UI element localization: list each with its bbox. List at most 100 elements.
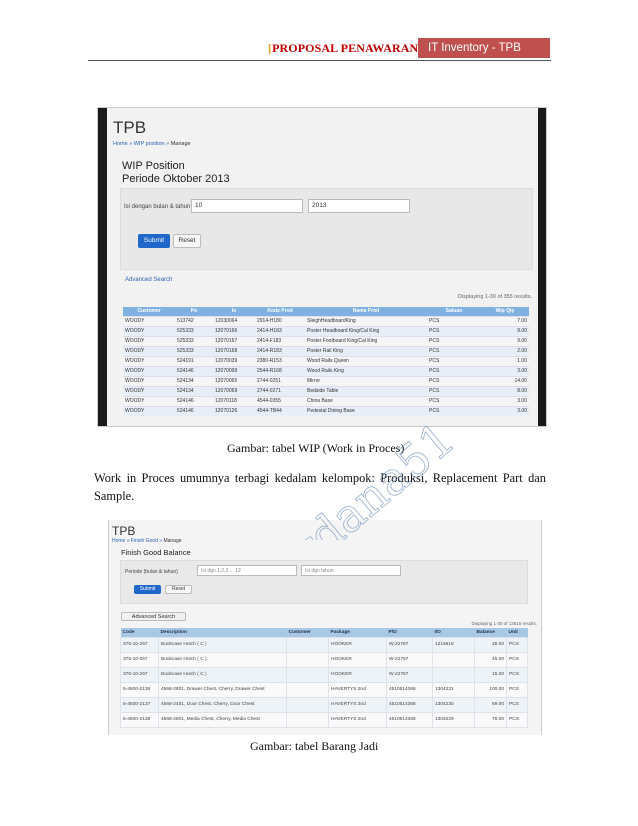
table-cell: HAVERTYS 2nd: [328, 696, 387, 713]
table-cell: 12070166: [213, 325, 255, 336]
table-cell: PCS: [427, 405, 481, 416]
table-cell: WOODY: [123, 395, 175, 406]
header-section-tab: IT Inventory - TPB: [418, 38, 550, 58]
table-row[interactable]: WOODY 525333 12070166 2414-H183 Poster Headb…: [123, 325, 529, 336]
table-cell: 9.00: [481, 325, 529, 336]
table-cell: 15.00: [474, 666, 507, 683]
month-input[interactable]: 10: [191, 199, 303, 213]
column-header[interactable]: Po: [175, 307, 213, 316]
table-cell: [286, 711, 329, 728]
finish-good-table: Code Description Customer Package P/O I/O Bala…: [120, 628, 528, 728]
column-header[interactable]: Unit: [506, 628, 528, 637]
table-cell: 2914-H180: [255, 315, 305, 326]
column-header[interactable]: Wip Qty: [481, 307, 529, 316]
column-header[interactable]: Package: [328, 628, 387, 637]
advanced-search-link[interactable]: Advanced Search: [125, 277, 172, 283]
table-cell: 3.00: [481, 395, 529, 406]
column-header[interactable]: I/O: [432, 628, 475, 637]
table-cell: 5-4500-2137: [120, 696, 159, 713]
app-title: TPB: [113, 118, 147, 137]
document-header-title: [PROPOSAL PENAWARAN]: [268, 41, 422, 56]
table-row[interactable]: 5-4500-2138 4568-2801, Media Chest, Cherr…: [120, 711, 528, 728]
table-cell: HAVERTYS 2nd: [328, 681, 387, 698]
table-row[interactable]: WOODY 525333 12070167 2414-F183 Poster Footb…: [123, 335, 529, 346]
year-input[interactable]: Isi dgn tahun: [301, 565, 401, 576]
advanced-search-button[interactable]: Advanced Search: [121, 612, 186, 621]
table-cell: PCS: [506, 696, 528, 713]
table-row[interactable]: WOODY 513742 12030064 2914-H180 SleighHeadbo…: [123, 315, 529, 326]
table-cell: Bookcase Hutch ( C ): [158, 636, 287, 653]
table-cell: [286, 666, 329, 683]
table-cell: 4510514365: [386, 711, 433, 728]
table-row[interactable]: 375-10-267 Bookcase Hutch ( C ) HOOKER W-22…: [120, 666, 528, 683]
table-cell: PCS: [506, 651, 528, 668]
table-cell: [432, 651, 475, 668]
table-cell: 375-10-267: [120, 636, 159, 653]
table-cell: Wood Rails King: [305, 365, 427, 376]
month-input[interactable]: Isi dgn 1,2,3 ... 12: [197, 565, 297, 576]
breadcrumb: Home » WIP position » Manage: [113, 141, 191, 147]
table-cell: Bedside Table: [305, 385, 427, 396]
table-cell: 524134: [175, 375, 213, 386]
table-cell: PCS: [427, 345, 481, 356]
breadcrumb-home[interactable]: Home: [112, 538, 125, 544]
column-header[interactable]: Satuan: [427, 307, 481, 316]
column-header[interactable]: P/O: [386, 628, 433, 637]
table-cell: Bookcase Hutch ( C ): [158, 651, 287, 668]
table-row[interactable]: 5-4500-2136 4568-2801, Drawer Chest, Cher…: [120, 681, 528, 698]
table-row[interactable]: WOODY 524146 12070126 4544-TB44 Pedestal Din…: [123, 405, 529, 416]
table-cell: 525333: [175, 345, 213, 356]
table-cell: PCS: [427, 325, 481, 336]
table-cell: PCS: [427, 365, 481, 376]
submit-button[interactable]: Submit: [134, 585, 161, 594]
wip-position-screenshot: TPB Home » WIP position » Manage WIP Pos…: [97, 107, 547, 427]
column-header[interactable]: Balance: [474, 628, 507, 637]
table-cell: 4544-TB44: [255, 405, 305, 416]
table-row[interactable]: WOODY 524191 12070039 2380-R153 Wood Rails Q…: [123, 355, 529, 366]
table-cell: 7.00: [481, 315, 529, 326]
table-row[interactable]: WOODY 524146 12070118 4544-0355 China Base PC…: [123, 395, 529, 406]
table-row[interactable]: 375-10-267 Bookcase Hutch ( C ) HOOKER W-22…: [120, 651, 528, 668]
table-cell: [286, 636, 329, 653]
table-cell: 4568-2801, Media Chest, Cherry, Media Ch…: [158, 711, 287, 728]
table-cell: WOODY: [123, 355, 175, 366]
column-header[interactable]: Customer: [286, 628, 329, 637]
table-cell: 524146: [175, 365, 213, 376]
table-row[interactable]: 5-4500-2137 4568-2451, Door Chest, Cherry…: [120, 696, 528, 713]
table-row[interactable]: 375-10-267 Bookcase Hutch ( C ) HOOKER W-22…: [120, 636, 528, 653]
breadcrumb-home[interactable]: Home: [113, 141, 128, 147]
app-title: TPB: [112, 524, 136, 538]
column-header[interactable]: Kode Prod: [255, 307, 305, 316]
table-cell: PCS: [427, 335, 481, 346]
table-cell: 4510514366: [386, 681, 433, 698]
column-header[interactable]: Customer: [123, 307, 175, 316]
table-cell: 2380-R153: [255, 355, 305, 366]
table-cell: 12070126: [213, 405, 255, 416]
table-row[interactable]: WOODY 525333 12070168 2414-R183 Poster Rail …: [123, 345, 529, 356]
table-cell: 12070065: [213, 375, 255, 386]
column-header[interactable]: Code: [120, 628, 159, 637]
table-cell: 2744-0251: [255, 375, 305, 386]
submit-button[interactable]: Submit: [138, 234, 170, 248]
table-cell: 2414-F183: [255, 335, 305, 346]
column-header[interactable]: Io: [213, 307, 255, 316]
table-cell: 375-10-267: [120, 666, 159, 683]
breadcrumb-section[interactable]: WIP position: [134, 141, 165, 147]
breadcrumb-section[interactable]: Finish Good: [131, 538, 158, 544]
results-summary: Displaying 1-30 of 13615 results.: [471, 621, 537, 626]
table-cell: 375-10-267: [120, 651, 159, 668]
table-row[interactable]: WOODY 524146 12070099 2544-R168 Wood Rails K…: [123, 365, 529, 376]
header-rule: [88, 60, 551, 61]
table-cell: 5-4500-2138: [120, 711, 159, 728]
reset-button[interactable]: Reset: [173, 234, 201, 248]
year-input[interactable]: 2013: [308, 199, 410, 213]
table-cell: 4568-2801, Drawer Chest, Cherry, Drawer …: [158, 681, 287, 698]
column-header[interactable]: Description: [158, 628, 287, 637]
column-header[interactable]: Nama Prod: [305, 307, 427, 316]
filter-label: Periode (bulan & tahun): [125, 569, 178, 575]
table-row[interactable]: WOODY 524134 12070065 2744-0251 Mirror PCS 14.…: [123, 375, 529, 386]
table-cell: 525333: [175, 325, 213, 336]
table-row[interactable]: WOODY 524134 12070069 2744-0271 Bedside Tabl…: [123, 385, 529, 396]
reset-button[interactable]: Reset: [165, 585, 192, 594]
table-cell: 9.00: [481, 335, 529, 346]
